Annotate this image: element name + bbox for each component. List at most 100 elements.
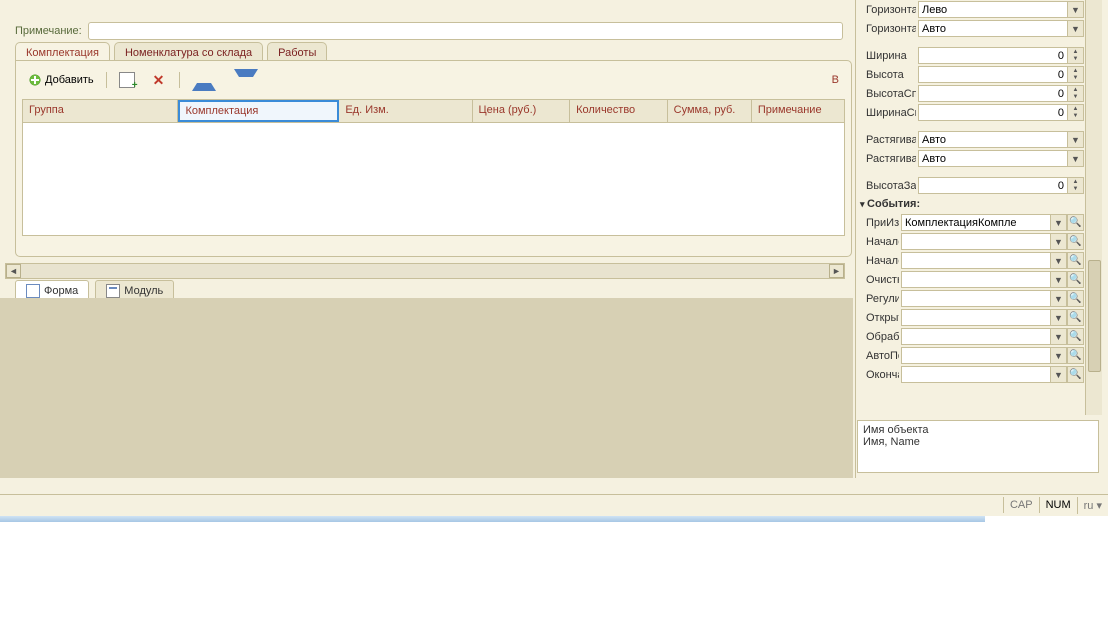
- status-lang[interactable]: ru ▾: [1077, 497, 1108, 514]
- dropdown-icon[interactable]: ▼: [1050, 347, 1067, 364]
- spinner[interactable]: ▲▼: [1067, 104, 1084, 121]
- scroll-right-button[interactable]: ►: [829, 264, 844, 278]
- note-input[interactable]: [88, 22, 843, 40]
- col-price[interactable]: Цена (руб.): [473, 100, 571, 122]
- scroll-left-button[interactable]: ◄: [6, 264, 21, 278]
- prop-row: ПриИзменени ▼🔍: [858, 213, 1084, 232]
- magnifier-icon[interactable]: 🔍: [1067, 328, 1084, 345]
- magnifier-icon[interactable]: 🔍: [1067, 290, 1084, 307]
- col-qty[interactable]: Количество: [570, 100, 668, 122]
- prop-label: Регулировани: [858, 293, 899, 305]
- prop-label: Очистка: [858, 274, 899, 286]
- move-down-button[interactable]: [228, 66, 264, 94]
- lower-blue-strip: [0, 516, 985, 522]
- prop-field: ▲▼: [918, 66, 1084, 83]
- prop-field: ▲▼: [918, 177, 1084, 194]
- grid-header: Группа Комплектация Ед. Изм. Цена (руб.)…: [23, 100, 844, 123]
- dropdown-icon[interactable]: ▼: [1050, 328, 1067, 345]
- prop-input[interactable]: [901, 214, 1050, 231]
- dropdown-icon[interactable]: ▼: [1050, 366, 1067, 383]
- scrollbar-thumb[interactable]: [1088, 260, 1101, 372]
- prop-label: ВысотаСписк: [858, 88, 916, 100]
- prop-input[interactable]: [901, 309, 1050, 326]
- prop-input[interactable]: [918, 66, 1067, 83]
- dropdown-icon[interactable]: ▼: [1050, 290, 1067, 307]
- prop-label: ПриИзменени: [858, 217, 899, 229]
- dropdown-icon[interactable]: ▼: [1050, 271, 1067, 288]
- prop-input[interactable]: [918, 1, 1067, 18]
- dropdown-icon[interactable]: ▼: [1050, 252, 1067, 269]
- prop-row: РастягиватьГ▼: [858, 149, 1084, 168]
- magnifier-icon[interactable]: 🔍: [1067, 214, 1084, 231]
- spinner[interactable]: ▲▼: [1067, 47, 1084, 64]
- delete-button[interactable]: ✕: [147, 70, 173, 90]
- dropdown-icon[interactable]: ▼: [1067, 1, 1084, 18]
- prop-field: ▼: [918, 150, 1084, 167]
- move-up-button[interactable]: [186, 66, 222, 94]
- prop-input[interactable]: [901, 328, 1050, 345]
- prop-input[interactable]: [901, 252, 1050, 269]
- prop-input[interactable]: [901, 271, 1050, 288]
- col-group[interactable]: Группа: [23, 100, 178, 122]
- prop-input[interactable]: [918, 131, 1067, 148]
- add-button[interactable]: Добавить: [22, 70, 100, 90]
- magnifier-icon[interactable]: 🔍: [1067, 252, 1084, 269]
- spinner[interactable]: ▲▼: [1067, 66, 1084, 83]
- prop-input[interactable]: [901, 366, 1050, 383]
- magnifier-icon[interactable]: 🔍: [1067, 233, 1084, 250]
- hint-line2: Имя, Name: [863, 436, 1093, 448]
- prop-input[interactable]: [918, 47, 1067, 64]
- hint-line1: Имя объекта: [863, 424, 1093, 436]
- dropdown-icon[interactable]: ▼: [1067, 131, 1084, 148]
- prop-input[interactable]: [901, 347, 1050, 364]
- dropdown-icon[interactable]: ▼: [1067, 150, 1084, 167]
- dropdown-icon[interactable]: ▼: [1067, 20, 1084, 37]
- props-section[interactable]: События:: [858, 195, 1084, 213]
- prop-input[interactable]: [901, 290, 1050, 307]
- dropdown-icon[interactable]: ▼: [1050, 309, 1067, 326]
- status-cap: CAP: [1003, 497, 1039, 513]
- toolbar: Добавить ✕ В: [16, 61, 851, 99]
- arrow-up-icon: [192, 69, 216, 91]
- magnifier-icon[interactable]: 🔍: [1067, 271, 1084, 288]
- col-sum[interactable]: Сумма, руб.: [668, 100, 752, 122]
- module-tab-label: Модуль: [124, 285, 163, 297]
- prop-input[interactable]: [918, 20, 1067, 37]
- prop-label: Горизонтальн: [858, 4, 916, 16]
- dropdown-icon[interactable]: ▼: [1050, 214, 1067, 231]
- prop-label: РастягиватьГ: [858, 134, 916, 146]
- prop-input[interactable]: [918, 177, 1067, 194]
- spinner[interactable]: ▲▼: [1067, 177, 1084, 194]
- status-bar: CAP NUM ru ▾: [0, 494, 1108, 515]
- prop-input[interactable]: [918, 104, 1067, 121]
- plus-icon: [28, 73, 42, 87]
- grid[interactable]: Группа Комплектация Ед. Изм. Цена (руб.)…: [22, 99, 845, 236]
- col-note[interactable]: Примечание: [752, 100, 844, 122]
- dropdown-icon[interactable]: ▼: [1050, 233, 1067, 250]
- col-komplektacia[interactable]: Комплектация: [178, 100, 339, 122]
- prop-input[interactable]: [918, 150, 1067, 167]
- new-page-button[interactable]: [113, 69, 141, 91]
- prop-field: ▼🔍: [901, 290, 1084, 307]
- prop-field: ▼🔍: [901, 347, 1084, 364]
- prop-input[interactable]: [901, 233, 1050, 250]
- module-icon: [106, 284, 120, 298]
- horizontal-scrollbar[interactable]: ◄ ►: [5, 263, 845, 279]
- spinner[interactable]: ▲▼: [1067, 85, 1084, 102]
- separator: [106, 72, 107, 88]
- prop-row: ОкончаниеВв ▼🔍: [858, 365, 1084, 384]
- prop-row: ВысотаЗагол▲▼: [858, 176, 1084, 195]
- tab-panel: Добавить ✕ В Группа Комплектация Ед. Изм: [15, 60, 852, 257]
- properties-panel: Горизонтальн▼Горизонтальн▼Ширина▲▼Высота…: [855, 0, 1102, 478]
- prop-label: НачалоВыбор: [858, 236, 899, 248]
- props-scrollbar[interactable]: [1085, 0, 1102, 415]
- prop-row: АвтоПодбор▼🔍: [858, 346, 1084, 365]
- prop-label: ОкончаниеВв: [858, 369, 899, 381]
- magnifier-icon[interactable]: 🔍: [1067, 366, 1084, 383]
- prop-row: Открытие▼🔍: [858, 308, 1084, 327]
- col-unit[interactable]: Ед. Изм.: [339, 100, 472, 122]
- magnifier-icon[interactable]: 🔍: [1067, 347, 1084, 364]
- arrow-down-icon: [234, 69, 258, 91]
- magnifier-icon[interactable]: 🔍: [1067, 309, 1084, 326]
- prop-input[interactable]: [918, 85, 1067, 102]
